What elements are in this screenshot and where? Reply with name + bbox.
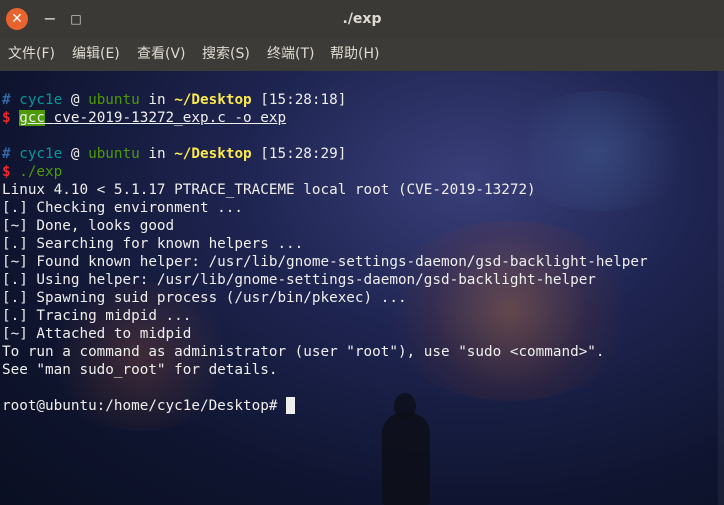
minimize-icon[interactable]: −	[40, 9, 60, 29]
output-line: [.] Using helper: /usr/lib/gnome-setting…	[2, 272, 596, 288]
command-program: gcc	[19, 110, 46, 126]
terminal-cursor[interactable]	[286, 397, 296, 414]
root-prompt: root@ubuntu:/home/cyc1e/Desktop#	[2, 398, 278, 414]
menu-view[interactable]: 查看(V)	[137, 38, 186, 71]
menu-search[interactable]: 搜索(S)	[202, 38, 250, 71]
prompt-line: # cyc1e @ ubuntu in ~/Desktop [15:28:29]	[2, 146, 347, 162]
output-line: See "man sudo_root" for details.	[2, 362, 278, 378]
maximize-icon[interactable]: □	[66, 9, 86, 29]
output-line: [.] Checking environment ...	[2, 200, 244, 216]
output-line: To run a command as administrator (user …	[2, 344, 605, 360]
root-prompt-line: root@ubuntu:/home/cyc1e/Desktop#	[2, 397, 296, 415]
window-title: ./exp	[342, 11, 382, 27]
output-line: [.] Spawning suid process (/usr/bin/pkex…	[2, 290, 407, 306]
title-bar: ✕ − □ ./exp	[0, 0, 724, 39]
output-line: [.] Tracing midpid ...	[2, 308, 192, 324]
terminal-area[interactable]: # cyc1e @ ubuntu in ~/Desktop [15:28:18]…	[0, 71, 724, 505]
output-line: Linux 4.10 < 5.1.17 PTRACE_TRACEME local…	[2, 182, 536, 198]
menu-help[interactable]: 帮助(H)	[330, 38, 379, 71]
output-line: [~] Attached to midpid	[2, 326, 192, 342]
command-line: $ ./exp	[2, 164, 63, 180]
output-line: [~] Found known helper: /usr/lib/gnome-s…	[2, 254, 648, 270]
menu-terminal[interactable]: 终端(T)	[267, 38, 314, 71]
background-glow	[380, 221, 640, 401]
scrollbar[interactable]	[718, 71, 724, 505]
menu-file[interactable]: 文件(F)	[8, 38, 55, 71]
menu-edit[interactable]: 编辑(E)	[72, 38, 120, 71]
close-icon[interactable]: ✕	[6, 8, 28, 30]
command-args: cve-2019-13272_exp.c -o exp	[53, 110, 287, 126]
output-line: [~] Done, looks good	[2, 218, 175, 234]
terminal-window: ✕ − □ ./exp 文件(F) 编辑(E) 查看(V) 搜索(S) 终端(T…	[0, 0, 724, 505]
menu-bar: 文件(F) 编辑(E) 查看(V) 搜索(S) 终端(T) 帮助(H)	[0, 38, 724, 71]
command-line: $ gcc cve-2019-13272_exp.c -o exp	[2, 110, 287, 126]
output-line: [.] Searching for known helpers ...	[2, 236, 304, 252]
prompt-line: # cyc1e @ ubuntu in ~/Desktop [15:28:18]	[2, 92, 347, 108]
background-figure	[382, 413, 430, 505]
